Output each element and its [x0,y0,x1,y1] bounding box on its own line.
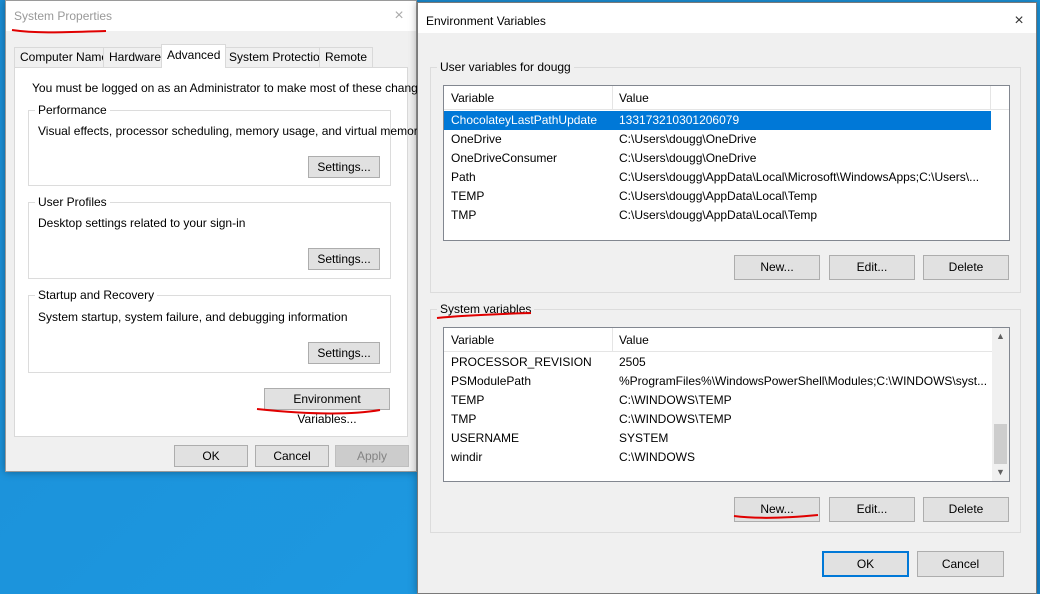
user-profiles-label: User Profiles [35,195,110,209]
variable-value: C:\WINDOWS\TEMP [619,393,732,407]
column-header-variable[interactable]: Variable [451,91,494,105]
variable-value: C:\WINDOWS\TEMP [619,412,732,426]
variable-value: 133173210301206079 [619,113,740,127]
advanced-panel: You must be logged on as an Administrato… [14,67,434,437]
user-profiles-group: User Profiles Desktop settings related t… [28,195,391,279]
variable-name: OneDrive [451,132,502,146]
table-row[interactable]: TEMP C:\Users\dougg\AppData\Local\Temp [444,187,991,206]
variable-name: TMP [451,412,477,426]
tab-remote[interactable]: Remote [319,47,374,67]
scroll-down-icon[interactable]: ▼ [992,464,1009,481]
startup-recovery-settings-button[interactable]: Settings... [308,342,380,364]
variable-name: ChocolateyLastPathUpdate [451,113,598,127]
performance-settings-button[interactable]: Settings... [308,156,380,178]
system-edit-button[interactable]: Edit... [829,497,915,522]
scroll-thumb[interactable] [994,424,1007,464]
vertical-scrollbar[interactable]: ▲ ▼ [992,328,1009,481]
close-icon[interactable]: × [1002,6,1036,36]
user-profiles-description: Desktop settings related to your sign-in [38,216,246,230]
cancel-button[interactable]: Cancel [917,551,1004,577]
variable-value: C:\WINDOWS [619,450,695,464]
variable-name: Path [451,170,476,184]
tab-hardware[interactable]: Hardware [103,47,168,67]
variable-name: USERNAME [451,431,520,445]
annotation-underline [11,29,107,34]
cancel-button[interactable]: Cancel [255,445,329,467]
table-row[interactable]: ChocolateyLastPathUpdate 133173210301206… [444,111,991,130]
variable-name: TMP [451,208,477,222]
variable-name: OneDriveConsumer [451,151,558,165]
user-delete-button[interactable]: Delete [923,255,1009,280]
table-row[interactable]: Path C:\Users\dougg\AppData\Local\Micros… [444,168,991,187]
column-header-value[interactable]: Value [619,91,649,105]
variable-value: %ProgramFiles%\WindowsPowerShell\Modules… [619,374,988,388]
list-header: Variable Value [444,86,1009,110]
startup-recovery-group: Startup and Recovery System startup, sys… [28,288,391,373]
close-icon[interactable]: × [382,1,416,31]
performance-description: Visual effects, processor scheduling, me… [38,124,424,138]
user-variables-list[interactable]: Variable Value ChocolateyLastPathUpdate … [443,85,1010,241]
ok-button[interactable]: OK [822,551,909,577]
variable-value: C:\Users\dougg\AppData\Local\Temp [619,189,818,203]
user-variables-label: User variables for dougg [437,60,574,74]
variable-value: C:\Users\dougg\OneDrive [619,132,757,146]
table-row[interactable]: TMP C:\WINDOWS\TEMP [444,410,992,429]
startup-recovery-description: System startup, system failure, and debu… [38,310,348,324]
tab-advanced[interactable]: Advanced [161,44,227,68]
column-header-value[interactable]: Value [619,333,649,347]
variable-name: PROCESSOR_REVISION [451,355,592,369]
table-row[interactable]: USERNAME SYSTEM [444,429,992,448]
system-variables-list[interactable]: Variable Value PROCESSOR_REVISION 2505 P… [443,327,1010,482]
annotation-underline [733,514,819,519]
user-profiles-settings-button[interactable]: Settings... [308,248,380,270]
system-delete-button[interactable]: Delete [923,497,1009,522]
tab-system-protection[interactable]: System Protection [223,47,333,67]
user-variables-group: User variables for dougg Variable Value … [430,60,1021,293]
list-header: Variable Value [444,328,1009,352]
environment-variables-titlebar[interactable]: Environment Variables × [418,3,1036,33]
ok-button[interactable]: OK [174,445,248,467]
column-separator[interactable] [612,328,613,352]
user-new-button[interactable]: New... [734,255,820,280]
variable-value: SYSTEM [619,431,669,445]
annotation-underline [436,312,532,319]
table-row[interactable]: PROCESSOR_REVISION 2505 [444,353,992,372]
column-separator[interactable] [612,86,613,110]
window-title: System Properties [14,9,113,23]
column-separator[interactable] [990,86,991,110]
table-row[interactable]: OneDriveConsumer C:\Users\dougg\OneDrive [444,149,991,168]
variable-value: C:\Users\dougg\OneDrive [619,151,757,165]
admin-note: You must be logged on as an Administrato… [32,81,434,95]
table-row[interactable]: TEMP C:\WINDOWS\TEMP [444,391,992,410]
user-edit-button[interactable]: Edit... [829,255,915,280]
performance-label: Performance [35,103,110,117]
performance-group: Performance Visual effects, processor sc… [28,103,424,186]
variable-value: 2505 [619,355,646,369]
apply-button: Apply [335,445,409,467]
tab-computer-name[interactable]: Computer Name [14,47,115,67]
startup-recovery-label: Startup and Recovery [35,288,158,302]
variable-name: TEMP [451,189,485,203]
variable-name: PSModulePath [451,374,532,388]
variable-name: windir [451,450,483,464]
window-title: Environment Variables [426,14,546,28]
table-row[interactable]: OneDrive C:\Users\dougg\OneDrive [444,130,991,149]
system-properties-window: System Properties × Computer Name Hardwa… [5,0,434,472]
column-header-variable[interactable]: Variable [451,333,494,347]
system-variables-group: System variables Variable Value PROCESSO… [430,302,1021,533]
annotation-underline [256,408,381,415]
table-row[interactable]: PSModulePath %ProgramFiles%\WindowsPower… [444,372,992,391]
variable-name: TEMP [451,393,485,407]
table-row[interactable]: TMP C:\Users\dougg\AppData\Local\Temp [444,206,991,225]
table-row[interactable]: windir C:\WINDOWS [444,448,992,467]
environment-variables-window: Environment Variables × User variables f… [417,2,1037,594]
variable-value: C:\Users\dougg\AppData\Local\Microsoft\W… [619,170,980,184]
variable-value: C:\Users\dougg\AppData\Local\Temp [619,208,818,222]
scroll-up-icon[interactable]: ▲ [992,328,1009,345]
